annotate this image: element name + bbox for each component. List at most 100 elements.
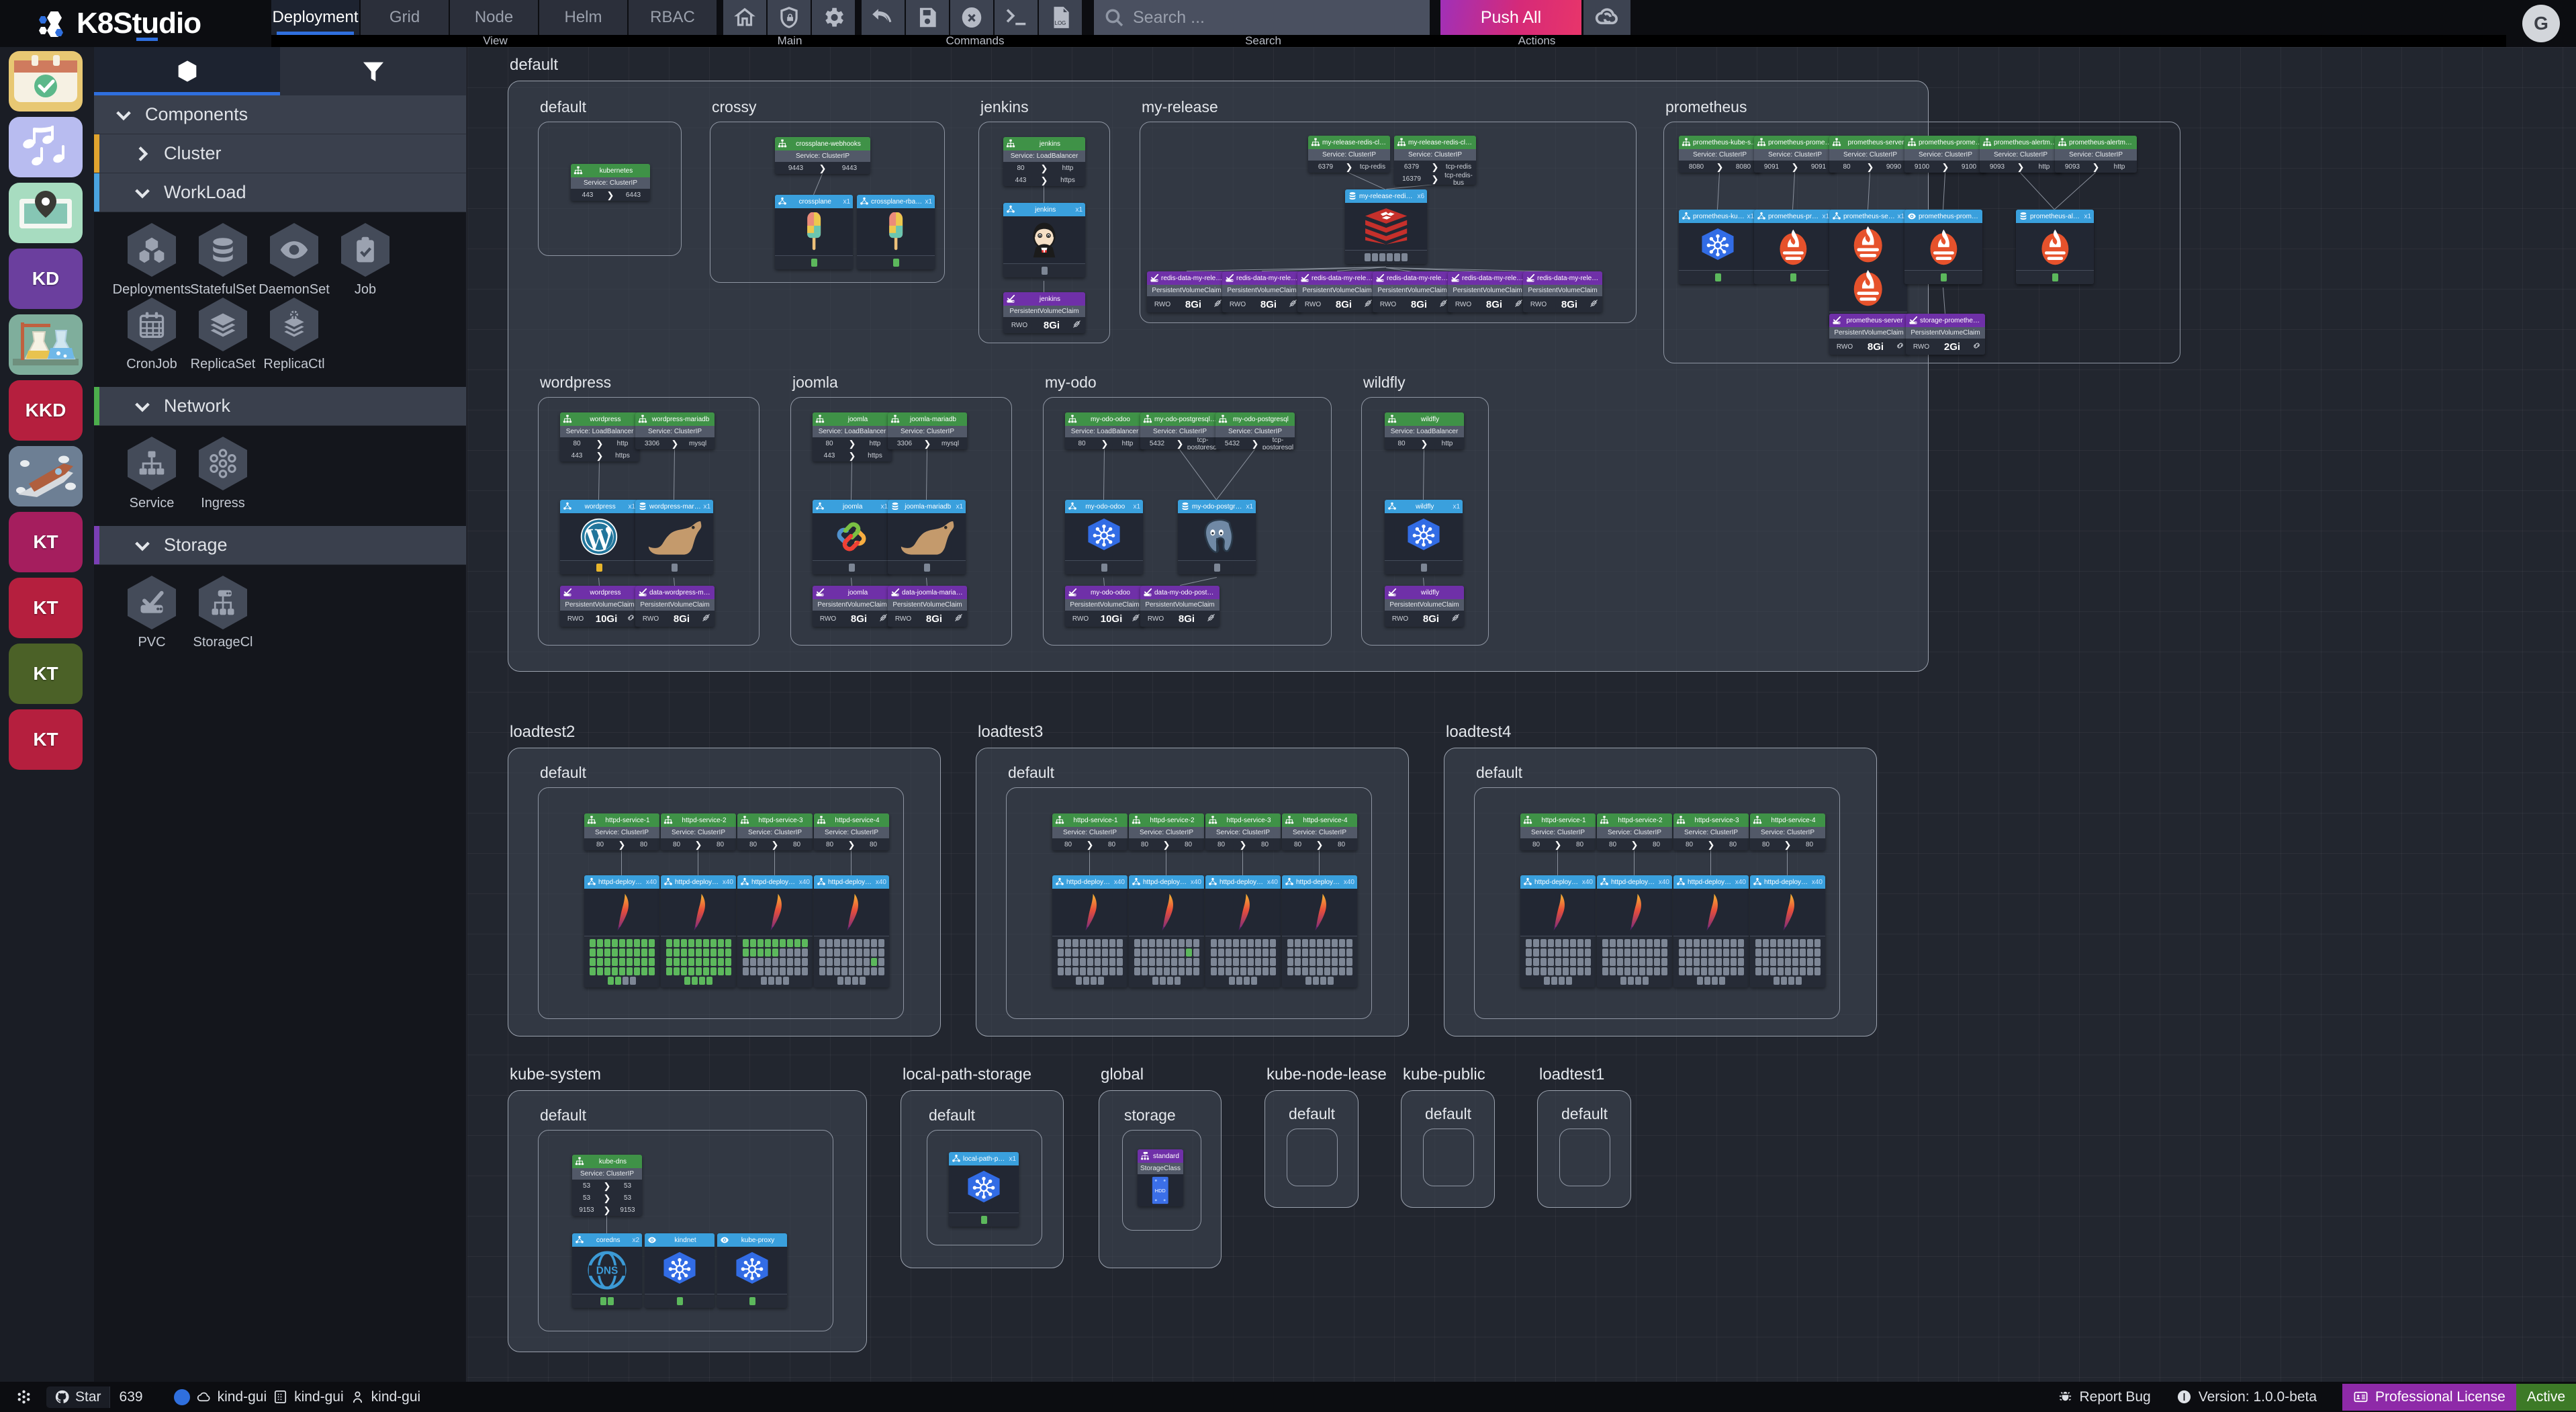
pod-indicator[interactable] (772, 939, 778, 947)
pod-indicator[interactable] (1160, 977, 1166, 985)
pod-indicator[interactable] (702, 948, 709, 957)
pod-indicator[interactable] (680, 939, 687, 947)
pod-indicator[interactable] (1316, 967, 1323, 975)
pod-indicator[interactable] (848, 958, 855, 966)
pod-indicator[interactable] (1109, 939, 1115, 947)
tab-node[interactable]: Node (450, 0, 539, 35)
pod-indicator[interactable] (1635, 977, 1641, 985)
node-card-service[interactable]: httpd-service-1 Service: ClusterIP 80 ❯ 80 (1052, 813, 1128, 850)
pod-indicator[interactable] (1806, 967, 1813, 975)
pod-indicator[interactable] (1814, 939, 1821, 947)
pod-indicator[interactable] (1693, 958, 1700, 966)
pod-indicator[interactable] (1525, 967, 1532, 975)
pod-indicator[interactable] (878, 948, 884, 957)
pod-indicator[interactable] (1584, 939, 1591, 947)
pod-indicator[interactable] (706, 977, 712, 985)
report-bug-button[interactable]: Report Bug (2058, 1389, 2151, 1405)
node-card-deployment[interactable]: prometheus-server x1 (1829, 210, 1907, 326)
pod-indicator[interactable] (826, 967, 833, 975)
pod-indicator[interactable] (1087, 967, 1093, 975)
pod-indicator[interactable] (702, 958, 709, 966)
pod-indicator[interactable] (1217, 967, 1224, 975)
pod-indicator[interactable] (856, 948, 862, 957)
node-card-pvc[interactable]: joomla PersistentVolumeClaim RWO 8Gi (813, 586, 892, 627)
pod-indicator[interactable] (1544, 977, 1550, 985)
pod-indicator[interactable] (1708, 967, 1714, 975)
pod-indicator[interactable] (1269, 967, 1276, 975)
pod-indicator[interactable] (1141, 958, 1148, 966)
component-service[interactable]: Service (118, 437, 185, 511)
pod-indicator[interactable] (1678, 958, 1685, 966)
pod-indicator[interactable] (1631, 967, 1638, 975)
pod-indicator[interactable] (749, 1297, 755, 1305)
pod-indicator[interactable] (1559, 977, 1565, 985)
pod-indicator[interactable] (1708, 958, 1714, 966)
pod-indicator[interactable] (1686, 958, 1692, 966)
node-card-service[interactable]: prometheus-server Service: ClusterIP 80 ❯ … (1829, 136, 1911, 173)
pod-indicator[interactable] (826, 939, 833, 947)
pod-indicator[interactable] (671, 564, 678, 572)
pod-indicator[interactable] (870, 948, 877, 957)
pod-indicator[interactable] (1722, 958, 1729, 966)
subgroup[interactable]: default httpd-service-1 Service: ClusterIP… (538, 764, 904, 1019)
node-card-deployment[interactable]: httpd-deployment-2-loadtest4x40 (1597, 875, 1672, 987)
pod-indicator[interactable] (742, 967, 749, 975)
pod-indicator[interactable] (852, 977, 858, 985)
pod-indicator[interactable] (1814, 948, 1821, 957)
node-card-service[interactable]: wordpress Service: LoadBalancer 80 ❯ http 4… (560, 412, 639, 461)
pod-indicator[interactable] (833, 948, 840, 957)
pod-indicator[interactable] (863, 948, 870, 957)
cluster-item-c6[interactable]: KKD (9, 380, 83, 441)
pod-indicator[interactable] (1148, 939, 1155, 947)
pod-indicator[interactable] (1244, 977, 1250, 985)
pod-indicator[interactable] (833, 939, 840, 947)
pod-indicator[interactable] (1737, 958, 1744, 966)
node-card-service[interactable]: my-odo-odoo Service: LoadBalancer 80 ❯ htt… (1065, 412, 1144, 449)
pod-indicator[interactable] (1616, 948, 1623, 957)
namespace-group[interactable]: kube-public default (1401, 1065, 1495, 1208)
pod-indicator[interactable] (1609, 948, 1616, 957)
home-icon[interactable] (723, 0, 768, 35)
pod-indicator[interactable] (1547, 939, 1554, 947)
pod-indicator[interactable] (1346, 958, 1352, 966)
tab-deployment[interactable]: Deployment (271, 0, 361, 35)
node-card-service[interactable]: joomla Service: LoadBalancer 80 ❯ http 443 … (813, 412, 892, 461)
pod-indicator[interactable] (1109, 967, 1115, 975)
subgroup[interactable]: my-release my-release-redis-cluster Servic… (1140, 98, 1637, 323)
section-storage[interactable]: Storage (94, 526, 466, 565)
pod-indicator[interactable] (626, 939, 633, 947)
pod-indicator[interactable] (1148, 958, 1155, 966)
node-card-deployment[interactable]: httpd-deployment-3-loadtest2x40 (737, 875, 813, 987)
pod-indicator[interactable] (923, 564, 930, 572)
pod-indicator[interactable] (1116, 967, 1123, 975)
pod-indicator[interactable] (1210, 967, 1217, 975)
pod-indicator[interactable] (1079, 939, 1086, 947)
pod-indicator[interactable] (1134, 948, 1140, 957)
pod-indicator[interactable] (1555, 939, 1561, 947)
context-cluster-label[interactable]: kind-gui (294, 1389, 344, 1405)
pod-indicator[interactable] (1170, 939, 1177, 947)
pod-indicator[interactable] (1193, 939, 1199, 947)
pod-indicator[interactable] (1269, 948, 1276, 957)
pod-indicator[interactable] (1141, 939, 1148, 947)
pod-indicator[interactable] (1309, 958, 1316, 966)
pod-indicator[interactable] (702, 939, 709, 947)
subgroup[interactable]: storage standard StorageClass HDD (1122, 1106, 1201, 1231)
subgroup[interactable]: joomla joomla Service: LoadBalancer 80 ❯ ht… (790, 373, 1012, 646)
pod-indicator[interactable] (1678, 948, 1685, 957)
pod-indicator[interactable] (1620, 977, 1626, 985)
pod-indicator[interactable] (2052, 273, 2058, 281)
node-card-deployment[interactable]: my-odo-odoo x1 (1065, 500, 1143, 574)
pod-indicator[interactable] (1708, 948, 1714, 957)
node-card-pvc[interactable]: wordpress PersistentVolumeClaim RWO 10Gi (560, 586, 639, 627)
pod-indicator[interactable] (841, 967, 847, 975)
pod-indicator[interactable] (1722, 967, 1729, 975)
pod-indicator[interactable] (710, 939, 717, 947)
pod-indicator[interactable] (1309, 939, 1316, 947)
pod-indicator[interactable] (1294, 967, 1301, 975)
pod-indicator[interactable] (604, 939, 610, 947)
node-card-service[interactable]: my-odo-postgresql-hl Service: ClusterIP 54… (1140, 412, 1220, 449)
tab-helm[interactable]: Helm (539, 0, 629, 35)
pod-indicator[interactable] (680, 958, 687, 966)
pod-indicator[interactable] (863, 967, 870, 975)
